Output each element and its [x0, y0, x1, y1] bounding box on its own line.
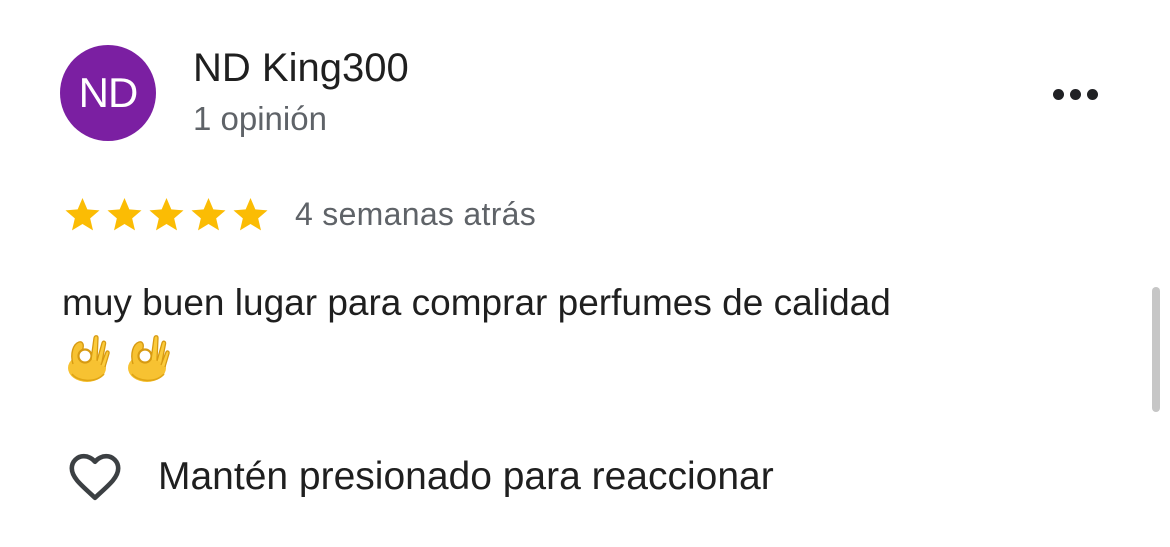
scrollbar[interactable]	[1152, 287, 1160, 412]
react-label: Mantén presionado para reaccionar	[158, 455, 774, 498]
more-dot	[1069, 88, 1081, 100]
more-options-button[interactable]	[1040, 72, 1110, 116]
reviewer-review-count: 1 opinión	[193, 100, 327, 137]
star-icon	[233, 198, 268, 231]
ok-hand-emoji	[68, 335, 110, 382]
avatar[interactable]: ND	[60, 45, 156, 141]
more-horizontal-icon	[1052, 88, 1064, 100]
star-icon	[107, 198, 142, 231]
review-text: muy buen lugar para comprar perfumes de …	[62, 282, 891, 323]
heart-outline-icon	[69, 453, 121, 501]
stars-container	[62, 195, 271, 235]
review-timestamp: 4 semanas atrás	[295, 196, 537, 232]
reviewer-name[interactable]: ND King300	[193, 46, 409, 91]
review-emojis	[64, 330, 170, 384]
react-button[interactable]	[64, 448, 126, 506]
star-icon	[149, 198, 184, 231]
star-rating	[62, 193, 271, 237]
ok-hand-emoji	[128, 335, 170, 382]
star-icon	[191, 198, 226, 231]
avatar-initials: ND	[78, 69, 139, 116]
star-icon	[65, 198, 100, 231]
more-dot	[1086, 88, 1098, 100]
